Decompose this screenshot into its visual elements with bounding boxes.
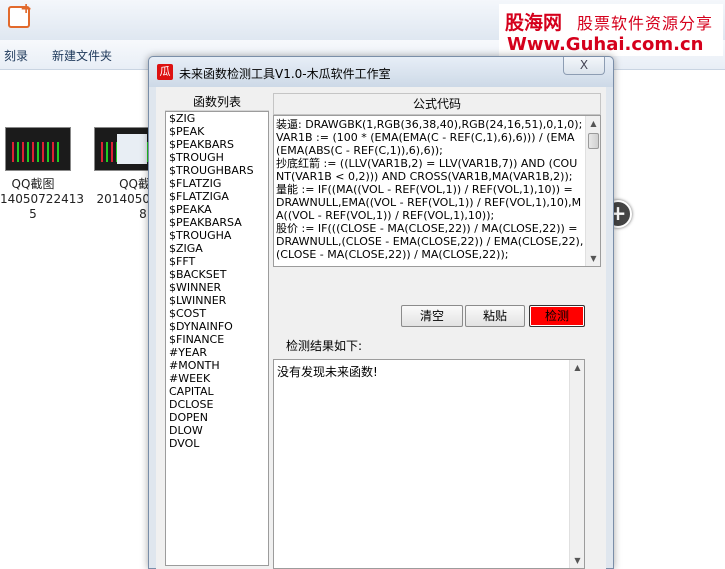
function-list-item[interactable]: DVOL [166,437,268,450]
function-list-item[interactable]: $PEAK [166,125,268,138]
chart-thumbnail-image [12,142,62,162]
result-text: 没有发现未来函数! [277,365,378,379]
new-folder-button[interactable]: 新建文件夹 [52,47,112,64]
function-list-item[interactable]: $DYNAINFO [166,320,268,333]
watermark-url: Www.Guhai.com.cn [507,34,704,55]
function-list-item[interactable]: DLOW [166,424,268,437]
dialog-client-area: 函数列表 $ZIG $PEAK $PEAKBARS $TROUGH $TROUGHBAR… [156,87,606,569]
function-list-item[interactable]: $ZIGA [166,242,268,255]
function-list-item[interactable]: $FLATZIG [166,177,268,190]
function-list-item[interactable]: $FFT [166,255,268,268]
scroll-up-arrow-icon[interactable]: ▲ [570,360,584,375]
app-icon: 瓜 [157,64,173,80]
function-list[interactable]: $ZIG $PEAK $PEAKBARS $TROUGH $TROUGHBARS $FLA… [165,111,269,566]
watermark-slogan: 股票软件资源分享 [577,14,714,33]
code-scrollbar[interactable]: ▲ ▼ [585,116,600,266]
file-thumbnail[interactable] [5,127,71,171]
formula-code-text[interactable]: 装逼: DRAWGBK(1,RGB(36,38,40),RGB(24,16,51… [276,118,584,261]
function-list-item[interactable]: $PEAKA [166,203,268,216]
file-label[interactable]: QQ截图 14050722413 5 [0,177,84,222]
function-list-item[interactable]: #YEAR [166,346,268,359]
scroll-down-arrow-icon[interactable]: ▼ [570,553,584,568]
file-name-line: 2014050 [96,192,150,206]
function-list-item[interactable]: $PEAKBARS [166,138,268,151]
paste-button[interactable]: 粘贴 [465,305,525,327]
function-list-item[interactable]: $TROUGH [166,151,268,164]
watermark-logo: 股海网 [505,12,563,34]
function-list-item[interactable]: $BACKSET [166,268,268,281]
result-scrollbar[interactable]: ▲ ▼ [569,360,584,568]
burn-button[interactable]: 刻录 [4,47,28,64]
clear-button[interactable]: 清空 [401,305,463,327]
dialog-titlebar[interactable]: 瓜 未来函数检测工具V1.0-木瓜软件工作室 X [149,57,613,87]
scroll-down-arrow-icon[interactable]: ▼ [586,251,600,266]
function-list-item[interactable]: #MONTH [166,359,268,372]
function-list-item[interactable]: CAPITAL [166,385,268,398]
close-button[interactable]: X [563,57,605,75]
file-label[interactable]: QQ截 2014050 8 [96,177,150,222]
file-name-line: QQ截 [119,177,150,191]
file-name-line: 8 [139,207,147,221]
scroll-thumb[interactable] [588,133,599,149]
result-label: 检测结果如下: [286,339,363,353]
function-list-item[interactable]: $WINNER [166,281,268,294]
guhai-watermark: 股海网 股票软件资源分享 Www.Guhai.com.cn [499,4,723,56]
function-list-item[interactable]: $LWINNER [166,294,268,307]
function-list-item[interactable]: DCLOSE [166,398,268,411]
screenshot-add-icon[interactable] [8,1,32,28]
future-function-checker-dialog: 瓜 未来函数检测工具V1.0-木瓜软件工作室 X 函数列表 $ZIG $PEAK $… [148,56,614,569]
function-list-item[interactable]: $TROUGHA [166,229,268,242]
function-list-item[interactable]: $FINANCE [166,333,268,346]
function-list-item[interactable]: $FLATZIGA [166,190,268,203]
file-name-line: QQ截图 [11,177,55,191]
function-list-item[interactable]: $ZIG [166,112,268,125]
window-thumbnail-image [117,134,147,164]
check-button[interactable]: 检测 [529,305,585,327]
file-name-line: 14050722413 [0,192,84,206]
formula-code-editor[interactable]: 装逼: DRAWGBK(1,RGB(36,38,40),RGB(24,16,51… [273,115,601,267]
function-list-item[interactable]: #WEEK [166,372,268,385]
scroll-up-arrow-icon[interactable]: ▲ [586,116,600,131]
function-list-item[interactable]: $COST [166,307,268,320]
result-output[interactable]: 没有发现未来函数! ▲ ▼ [273,359,585,569]
function-list-item[interactable]: DOPEN [166,411,268,424]
formula-code-header: 公式代码 [273,93,601,115]
function-list-item[interactable]: $PEAKBARSA [166,216,268,229]
function-list-header: 函数列表 [165,93,269,111]
function-list-item[interactable]: $TROUGHBARS [166,164,268,177]
file-name-line: 5 [29,207,37,221]
dialog-title: 未来函数检测工具V1.0-木瓜软件工作室 [179,67,391,81]
